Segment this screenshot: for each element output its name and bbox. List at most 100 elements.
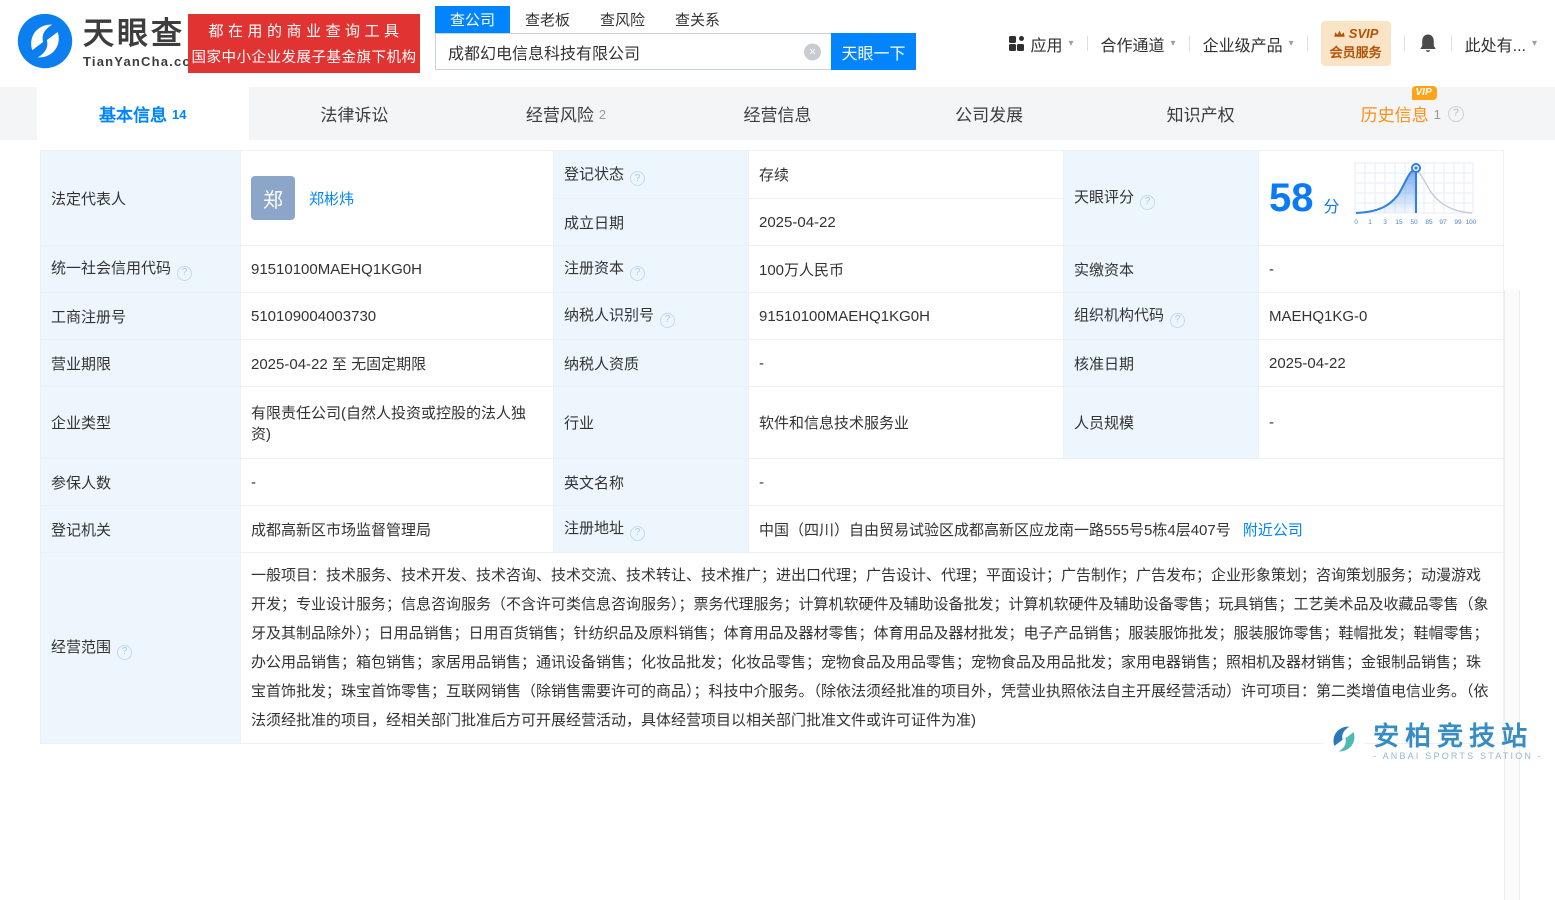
tab-business-info[interactable]: 经营信息 bbox=[672, 87, 884, 140]
help-icon[interactable]: ? bbox=[117, 645, 132, 660]
field-label-taxpayer-id: 纳税人识别号? bbox=[554, 293, 749, 340]
tab-count: 2 bbox=[599, 107, 606, 122]
search-tab-boss[interactable]: 查老板 bbox=[510, 6, 585, 33]
field-label-registered-capital: 注册资本? bbox=[554, 246, 749, 293]
help-icon[interactable]: ? bbox=[177, 266, 192, 281]
nav-divider bbox=[1189, 36, 1190, 51]
tab-company-development[interactable]: 公司发展 bbox=[883, 87, 1095, 140]
apps-grid-icon bbox=[1009, 36, 1024, 51]
staff-size-value: - bbox=[1259, 387, 1504, 459]
registered-capital-value: 100万人民币 bbox=[749, 246, 1064, 293]
tab-history-info[interactable]: 历史信息 VIP 1 ? bbox=[1306, 87, 1518, 140]
uscc-value: 91510100MAEHQ1KG0H bbox=[241, 246, 554, 293]
brand-name: 天眼查 bbox=[83, 18, 204, 51]
business-scope-value: 一般项目：技术服务、技术开发、技术咨询、技术交流、技术转让、技术推广；进出口代理… bbox=[241, 553, 1504, 744]
field-label-company-type: 企业类型 bbox=[41, 387, 241, 459]
search-tab-relation[interactable]: 查关系 bbox=[660, 6, 735, 33]
field-label-legal-representative: 法定代表人 bbox=[41, 151, 241, 246]
tab-label: 公司发展 bbox=[955, 101, 1023, 126]
tab-operating-risk[interactable]: 经营风险 2 bbox=[460, 87, 672, 140]
search-tab-risk[interactable]: 查风险 bbox=[585, 6, 660, 33]
nav-enterprise-label: 企业级产品 bbox=[1203, 32, 1283, 56]
nav-item-cooperation[interactable]: 合作通道 ▾ bbox=[1101, 32, 1176, 56]
slogan-line1: 都在用的商业查询工具 bbox=[204, 20, 403, 41]
nav-divider bbox=[1087, 36, 1088, 51]
tab-basic-info[interactable]: 基本信息 14 bbox=[37, 87, 249, 140]
field-label-org-code: 组织机构代码? bbox=[1064, 293, 1259, 340]
registration-authority-value: 成都高新区市场监督管理局 bbox=[241, 506, 554, 553]
search-button[interactable]: 天眼一下 bbox=[831, 33, 916, 70]
registration-number-value: 510109004003730 bbox=[241, 293, 554, 340]
tab-label: 法律诉讼 bbox=[320, 101, 388, 126]
crown-icon bbox=[1333, 26, 1346, 41]
approval-date-value: 2025-04-22 bbox=[1259, 340, 1504, 387]
tab-label: 基本信息 bbox=[99, 101, 167, 126]
nav-item-apps[interactable]: 应用 ▾ bbox=[1009, 32, 1073, 56]
help-icon[interactable]: ? bbox=[1140, 195, 1155, 210]
search-input[interactable] bbox=[436, 34, 831, 69]
help-icon[interactable]: ? bbox=[630, 171, 645, 186]
business-term-value: 2025-04-22 至 无固定期限 bbox=[241, 340, 554, 387]
watermark-name: 安柏竞技站 bbox=[1373, 722, 1543, 751]
field-label-english-name: 英文名称 bbox=[554, 459, 749, 506]
nearby-companies-link[interactable]: 附近公司 bbox=[1243, 522, 1303, 539]
svg-text:3: 3 bbox=[1383, 219, 1387, 226]
help-icon[interactable]: ? bbox=[630, 526, 645, 541]
nav-item-enterprise[interactable]: 企业级产品 ▾ bbox=[1203, 32, 1294, 56]
field-label-insured-count: 参保人数 bbox=[41, 459, 241, 506]
help-icon[interactable]: ? bbox=[630, 266, 645, 281]
tab-count: 14 bbox=[172, 107, 186, 122]
field-label-registration-status: 登记状态? bbox=[554, 151, 749, 199]
insured-count-value: - bbox=[241, 459, 554, 506]
tab-legal-proceedings[interactable]: 法律诉讼 bbox=[249, 87, 461, 140]
taxpayer-id-value: 91510100MAEHQ1KG0H bbox=[749, 293, 1064, 340]
tianyancha-logo[interactable]: 天眼查 TianYanCha.com bbox=[16, 12, 204, 75]
search-tab-company[interactable]: 查公司 bbox=[435, 6, 510, 33]
field-label-business-scope: 经营范围? bbox=[41, 553, 241, 744]
field-label-business-term: 营业期限 bbox=[41, 340, 241, 387]
svg-text:100: 100 bbox=[1465, 219, 1476, 226]
help-icon[interactable]: ? bbox=[1170, 313, 1185, 328]
org-code-value: MAEHQ1KG-0 bbox=[1259, 293, 1504, 340]
clear-icon[interactable]: × bbox=[804, 43, 821, 60]
field-label-establish-date: 成立日期 bbox=[554, 199, 749, 246]
tab-label: 经营风险 bbox=[526, 101, 594, 126]
slogan-line2: 国家中小企业发展子基金旗下机构 bbox=[192, 46, 417, 67]
svg-text:1: 1 bbox=[1368, 219, 1372, 226]
field-label-tianyan-score: 天眼评分? bbox=[1064, 151, 1259, 246]
field-label-industry: 行业 bbox=[554, 387, 749, 459]
industry-value: 软件和信息技术服务业 bbox=[749, 387, 1064, 459]
legal-representative-link[interactable]: 郑彬炜 bbox=[309, 188, 354, 209]
slogan-badge: 都在用的商业查询工具 国家中小企业发展子基金旗下机构 bbox=[188, 14, 420, 73]
tab-intellectual-property[interactable]: 知识产权 bbox=[1095, 87, 1307, 140]
scrollbar[interactable] bbox=[1504, 290, 1520, 900]
svg-text:15: 15 bbox=[1395, 219, 1403, 226]
tianyan-score-cell: 58 分 bbox=[1259, 151, 1504, 246]
anbai-watermark: 安柏竞技站 - ANBAI SPORTS STATION - bbox=[1322, 717, 1543, 766]
svip-member-button[interactable]: SVIP 会员服务 bbox=[1321, 21, 1391, 66]
establish-date-value: 2025-04-22 bbox=[749, 199, 1064, 246]
chevron-down-icon: ▾ bbox=[1068, 38, 1073, 49]
nav-cooperation-label: 合作通道 bbox=[1101, 32, 1165, 56]
svg-text:99: 99 bbox=[1454, 219, 1462, 226]
avatar: 郑 bbox=[251, 176, 295, 220]
field-label-approval-date: 核准日期 bbox=[1064, 340, 1259, 387]
field-label-registered-address: 注册地址? bbox=[554, 506, 749, 553]
field-label-registration-number: 工商注册号 bbox=[41, 293, 241, 340]
section-tabbar: 基本信息 14 法律诉讼 经营风险 2 经营信息 公司发展 知识产权 历史信息 … bbox=[0, 87, 1555, 140]
help-icon[interactable]: ? bbox=[660, 313, 675, 328]
bell-icon[interactable] bbox=[1418, 33, 1438, 54]
tab-label: 历史信息 bbox=[1361, 106, 1429, 125]
brand-domain: TianYanCha.com bbox=[83, 54, 204, 69]
nav-more-label: 此处有... bbox=[1465, 32, 1526, 56]
svg-text:97: 97 bbox=[1439, 219, 1447, 226]
help-icon[interactable]: ? bbox=[1448, 106, 1464, 122]
score-distribution-chart: 0 1 3 15 50 85 97 99 100 bbox=[1350, 159, 1478, 237]
nav-divider bbox=[1451, 36, 1452, 51]
nav-item-more[interactable]: 此处有... ▾ bbox=[1465, 32, 1537, 56]
vip-badge: VIP bbox=[1412, 86, 1437, 100]
svg-text:0: 0 bbox=[1354, 219, 1358, 226]
company-info-table: 法定代表人 郑 郑彬炜 登记状态? 存续 天眼评分? 58 分 bbox=[40, 150, 1504, 744]
chevron-down-icon: ▾ bbox=[1289, 38, 1294, 49]
tianyancha-logo-icon bbox=[16, 12, 74, 75]
